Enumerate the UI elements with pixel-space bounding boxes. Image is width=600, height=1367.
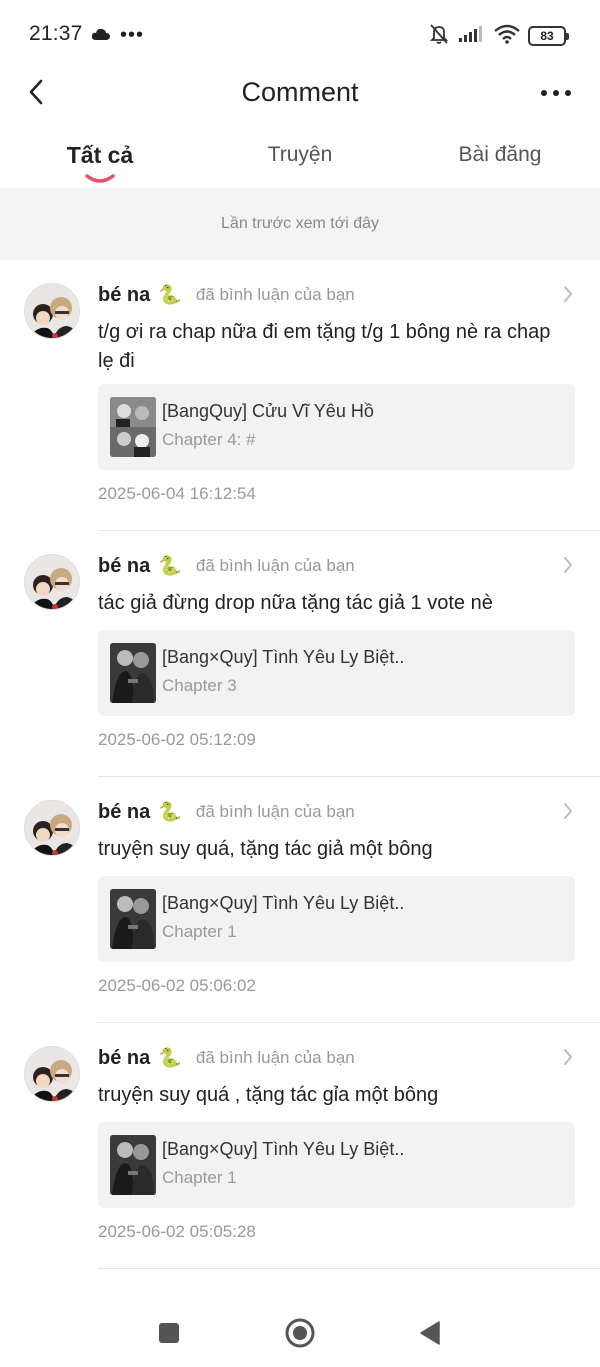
tab-stories-label: Truyện bbox=[267, 143, 333, 166]
action-text: đã bình luận của bạn bbox=[195, 285, 355, 304]
action-text: đã bình luận của bạn bbox=[195, 556, 355, 575]
comment-feed: bé na 🐍 đã bình luận của bạn t/g ơi ra c… bbox=[0, 260, 600, 1269]
more-dots-icon bbox=[541, 90, 571, 96]
chevron-right-icon[interactable] bbox=[562, 801, 574, 821]
comment-item[interactable]: bé na 🐍 đã bình luận của bạn t/g ơi ra c… bbox=[0, 260, 600, 531]
comment-item[interactable]: bé na 🐍 đã bình luận của bạn tác giả đừn… bbox=[0, 531, 600, 777]
comment-item[interactable]: bé na 🐍 đã bình luận của bạn truyện suy … bbox=[0, 1023, 600, 1269]
battery-level: 83 bbox=[540, 29, 554, 43]
mute-bell-icon bbox=[428, 23, 450, 50]
system-back-button[interactable] bbox=[410, 1313, 450, 1353]
snake-emoji: 🐍 bbox=[158, 285, 182, 306]
tab-posts-label: Bài đăng bbox=[458, 143, 542, 166]
square-icon bbox=[159, 1323, 179, 1343]
more-notifications-icon: ••• bbox=[120, 24, 145, 46]
story-card[interactable]: [Bang×Quy] Tình Yêu Ly Biệt.. Chapter 1 bbox=[98, 1122, 575, 1208]
comment-header: bé na 🐍 đã bình luận của bạn bbox=[98, 799, 570, 825]
story-thumbnail bbox=[110, 643, 156, 703]
comment-text: t/g ơi ra chap nữa đi em tặng t/g 1 bông… bbox=[98, 321, 551, 372]
status-bar: 21:37 ••• 83 bbox=[0, 0, 600, 66]
more-options-button[interactable] bbox=[538, 80, 574, 106]
home-circle-icon bbox=[285, 1318, 315, 1348]
last-viewed-notice: Lần trước xem tới đây bbox=[0, 188, 600, 260]
story-thumbnail bbox=[110, 1135, 156, 1195]
wifi-icon bbox=[494, 24, 520, 49]
page-title: Comment bbox=[241, 77, 359, 107]
cloud-icon bbox=[91, 28, 111, 46]
header: Comment bbox=[0, 66, 600, 120]
tab-all-label: Tất cả bbox=[66, 142, 134, 168]
comment-timestamp: 2025-06-04 16:12:54 bbox=[98, 484, 256, 503]
story-title: [Bang×Quy] Tình Yêu Ly Biệt.. bbox=[162, 647, 405, 667]
action-text: đã bình luận của bạn bbox=[195, 802, 355, 821]
user-name[interactable]: bé na bbox=[98, 555, 150, 578]
comment-timestamp: 2025-06-02 05:12:09 bbox=[98, 730, 256, 749]
back-triangle-icon bbox=[420, 1321, 440, 1345]
avatar[interactable] bbox=[24, 283, 80, 339]
snake-emoji: 🐍 bbox=[158, 802, 182, 823]
story-title: [Bang×Quy] Tình Yêu Ly Biệt.. bbox=[162, 1139, 405, 1159]
story-chapter: Chapter 4: # bbox=[162, 430, 256, 449]
tab-active-indicator bbox=[85, 174, 115, 183]
story-chapter: Chapter 1 bbox=[162, 922, 237, 941]
story-thumbnail bbox=[110, 889, 156, 949]
recent-apps-button[interactable] bbox=[149, 1313, 189, 1353]
snake-emoji: 🐍 bbox=[158, 556, 182, 577]
tab-all[interactable]: Tất cả bbox=[0, 128, 200, 188]
user-name[interactable]: bé na bbox=[98, 1047, 150, 1070]
comment-header: bé na 🐍 đã bình luận của bạn bbox=[98, 282, 570, 308]
story-card[interactable]: [Bang×Quy] Tình Yêu Ly Biệt.. Chapter 1 bbox=[98, 876, 575, 962]
battery-icon: 83 bbox=[528, 26, 569, 46]
divider bbox=[98, 1268, 600, 1269]
home-button[interactable] bbox=[280, 1313, 320, 1353]
action-text: đã bình luận của bạn bbox=[195, 1048, 355, 1067]
comment-item[interactable]: bé na 🐍 đã bình luận của bạn truyện suy … bbox=[0, 777, 600, 1023]
avatar[interactable] bbox=[24, 800, 80, 856]
chevron-right-icon[interactable] bbox=[562, 284, 574, 304]
chevron-right-icon[interactable] bbox=[562, 1047, 574, 1067]
tab-bar: Tất cả Truyện Bài đăng bbox=[0, 128, 600, 188]
signal-icon bbox=[458, 25, 486, 48]
comment-text: truyện suy quá, tặng tác giả một bông bbox=[98, 838, 433, 860]
system-nav-bar bbox=[0, 1297, 600, 1367]
comment-header: bé na 🐍 đã bình luận của bạn bbox=[98, 553, 570, 579]
comment-timestamp: 2025-06-02 05:05:28 bbox=[98, 1222, 256, 1241]
status-indicators: 83 bbox=[428, 23, 569, 50]
user-name[interactable]: bé na bbox=[98, 801, 150, 824]
user-name[interactable]: bé na bbox=[98, 284, 150, 307]
story-title: [Bang×Quy] Tình Yêu Ly Biệt.. bbox=[162, 893, 405, 913]
status-time: 21:37 bbox=[29, 22, 83, 45]
comment-timestamp: 2025-06-02 05:06:02 bbox=[98, 976, 256, 995]
avatar[interactable] bbox=[24, 1046, 80, 1102]
tab-posts[interactable]: Bài đăng bbox=[400, 128, 600, 188]
tab-stories[interactable]: Truyện bbox=[200, 128, 400, 188]
story-title: [BangQuy] Cửu Vĩ Yêu Hồ bbox=[162, 401, 374, 421]
story-card[interactable]: [Bang×Quy] Tình Yêu Ly Biệt.. Chapter 3 bbox=[98, 630, 575, 716]
story-chapter: Chapter 3 bbox=[162, 676, 237, 695]
chevron-right-icon[interactable] bbox=[562, 555, 574, 575]
story-chapter: Chapter 1 bbox=[162, 1168, 237, 1187]
comment-text: tác giả đừng drop nữa tặng tác giả 1 vot… bbox=[98, 592, 493, 614]
comment-header: bé na 🐍 đã bình luận của bạn bbox=[98, 1045, 570, 1071]
snake-emoji: 🐍 bbox=[158, 1048, 182, 1069]
story-card[interactable]: [BangQuy] Cửu Vĩ Yêu Hồ Chapter 4: # bbox=[98, 384, 575, 470]
avatar[interactable] bbox=[24, 554, 80, 610]
comment-text: truyện suy quá , tặng tác gỉa một bông bbox=[98, 1084, 439, 1106]
story-thumbnail bbox=[110, 397, 156, 457]
